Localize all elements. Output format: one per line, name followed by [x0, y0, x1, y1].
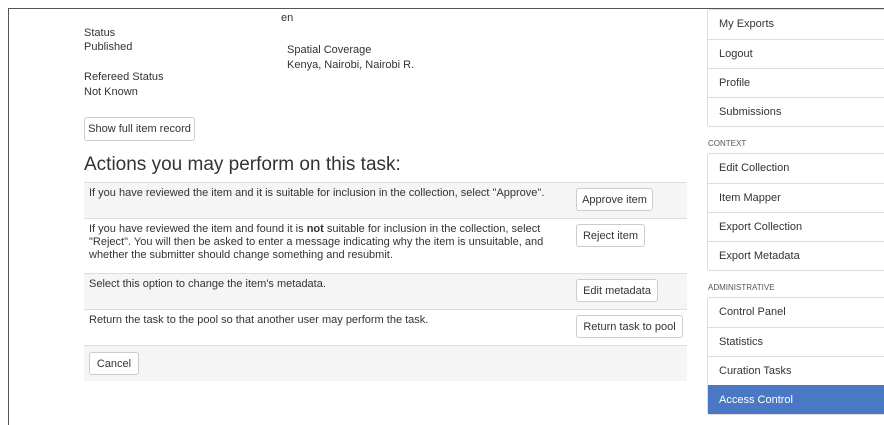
action-row-approve: If you have reviewed the item and it is … [84, 182, 687, 218]
actions-table: If you have reviewed the item and it is … [84, 182, 687, 381]
action-row-return: Return the task to the pool so that anot… [84, 309, 687, 345]
action-row-reject: If you have reviewed the item and found … [84, 218, 687, 273]
context-header: CONTEXT [708, 139, 747, 148]
edit-description: Select this option to change the item's … [89, 278, 326, 290]
refereed-status-value: Not Known [84, 86, 138, 98]
sidebar-item-export-metadata[interactable]: Export Metadata [708, 241, 884, 270]
action-row-edit: Select this option to change the item's … [84, 273, 687, 309]
status-value: Published [84, 41, 133, 53]
reject-description: If you have reviewed the item and found … [89, 223, 569, 262]
refereed-status-label: Refereed Status [84, 71, 164, 83]
show-full-item-record-button[interactable]: Show full item record [84, 117, 195, 141]
sidebar-item-export-collection[interactable]: Export Collection [708, 212, 884, 241]
sidebar-item-submissions[interactable]: Submissions [708, 97, 884, 126]
sidebar-item-statistics[interactable]: Statistics [708, 327, 884, 356]
return-task-description: Return the task to the pool so that anot… [89, 314, 429, 326]
cancel-row: Cancel [84, 345, 687, 381]
reject-item-button[interactable]: Reject item [576, 224, 645, 247]
sidebar-item-profile[interactable]: Profile [708, 68, 884, 97]
sidebar: My Exports Logout Profile Submissions CO… [707, 9, 884, 415]
reject-description-emphasis: not [306, 223, 324, 235]
context-menu: Edit Collection Item Mapper Export Colle… [707, 153, 884, 271]
content-left-border [8, 8, 9, 425]
reject-description-start: If you have reviewed the item and found … [89, 223, 307, 235]
cancel-button[interactable]: Cancel [89, 352, 139, 375]
status-label: Status [84, 27, 116, 39]
approve-item-button[interactable]: Approve item [576, 188, 653, 211]
spatial-coverage-label: Spatial Coverage [287, 44, 372, 56]
sidebar-item-access-control[interactable]: Access Control [708, 385, 884, 414]
sidebar-item-item-mapper[interactable]: Item Mapper [708, 183, 884, 212]
approve-description: If you have reviewed the item and it is … [89, 187, 545, 199]
administrative-menu: Control Panel Statistics Curation Tasks … [707, 297, 884, 415]
spatial-coverage-value: Kenya, Nairobi, Nairobi R. [287, 59, 415, 71]
language-value: en [281, 12, 294, 24]
sidebar-item-my-exports[interactable]: My Exports [708, 10, 884, 39]
sidebar-item-curation-tasks[interactable]: Curation Tasks [708, 356, 884, 385]
account-menu: My Exports Logout Profile Submissions [707, 9, 884, 127]
edit-metadata-button[interactable]: Edit metadata [576, 279, 658, 302]
actions-heading: Actions you may perform on this task: [84, 154, 401, 175]
sidebar-item-control-panel[interactable]: Control Panel [708, 298, 884, 327]
administrative-header: ADMINISTRATIVE [708, 283, 775, 292]
sidebar-item-edit-collection[interactable]: Edit Collection [708, 154, 884, 183]
return-task-to-pool-button[interactable]: Return task to pool [576, 315, 683, 338]
sidebar-item-logout[interactable]: Logout [708, 39, 884, 68]
